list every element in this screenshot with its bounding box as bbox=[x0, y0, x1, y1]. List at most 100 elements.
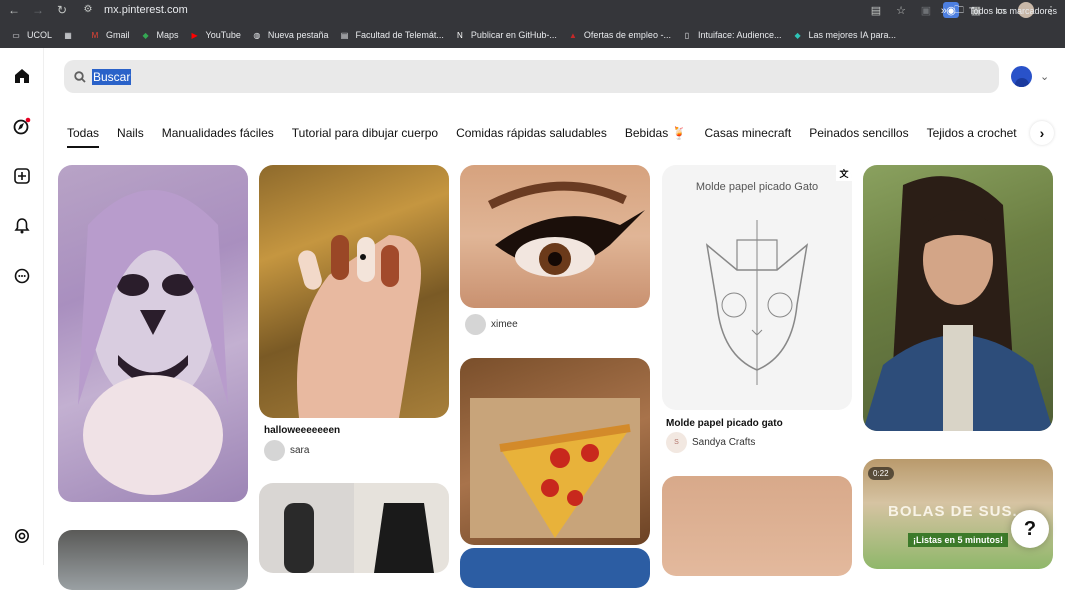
bookmark-label: Nueva pestaña bbox=[267, 30, 329, 40]
pin-crafts[interactable] bbox=[58, 530, 248, 590]
bookmark-label: UCOL bbox=[27, 30, 53, 40]
bookmark-icon: ▤ bbox=[340, 30, 349, 40]
bookmark-item[interactable]: N Publicar en GitHub-... bbox=[454, 30, 557, 41]
create-icon[interactable] bbox=[12, 166, 32, 186]
image-caption: Molde papel picado Gato bbox=[695, 181, 819, 193]
catrina-image bbox=[78, 190, 228, 495]
back-icon[interactable]: ← bbox=[4, 0, 24, 20]
bookmarks-bar: ▭ UCOL ▦ M Gmail ◆ Maps ▶ YouTube ◍ Nueva pestaña ▤… bbox=[0, 24, 1065, 46]
chevron-down-icon[interactable]: ⌄ bbox=[1040, 70, 1049, 83]
user-avatar-icon bbox=[264, 440, 285, 461]
pin-crochet-pizza[interactable] bbox=[460, 358, 650, 545]
video-overlay-subtitle: ¡Listas en 5 minutos! bbox=[908, 533, 1008, 547]
bookmark-label: Facultad de Telemát... bbox=[355, 30, 444, 40]
pin-title[interactable]: Molde papel picado gato bbox=[666, 418, 783, 429]
browser-chrome: ← → ↻ ⚙ mx.pinterest.com ▤ ☆ ▣ ◉ ▦ ▭ ⋮ ▭… bbox=[0, 0, 1065, 48]
search-text: Buscar bbox=[92, 68, 132, 85]
pin-user-name: ximee bbox=[491, 319, 518, 330]
outfit-image bbox=[284, 503, 434, 573]
all-bookmarks-button[interactable]: 🗀 Todos los marcadores bbox=[954, 0, 1057, 22]
tab-item[interactable]: Tejidos a crochet bbox=[918, 120, 1026, 148]
pin-user-name: Sandya Crafts bbox=[692, 437, 756, 448]
user-avatar-icon: S bbox=[666, 432, 687, 453]
tab-item[interactable]: Casas minecraft bbox=[695, 120, 800, 148]
bookmark-label: Intuiface: Audience... bbox=[697, 30, 782, 40]
tab-item[interactable]: Comidas rápidas saludables bbox=[447, 120, 616, 148]
url-text: mx.pinterest.com bbox=[104, 3, 188, 16]
pizza-image bbox=[470, 398, 640, 538]
pin-portrait[interactable] bbox=[863, 165, 1053, 431]
tab-item[interactable]: Bebidas 🍹 bbox=[616, 120, 696, 148]
bookmark-label: Publicar en GitHub-... bbox=[470, 30, 557, 40]
address-bar[interactable]: ⚙ mx.pinterest.com bbox=[80, 1, 850, 18]
tab-item[interactable]: Tutorial para dibujar cuerpo bbox=[283, 120, 447, 148]
job-icon: ▲ bbox=[568, 30, 577, 40]
forward-icon[interactable]: → bbox=[28, 0, 48, 20]
folder-icon: ▭ bbox=[12, 30, 20, 40]
bookmark-item[interactable]: ◆ Maps bbox=[140, 30, 179, 41]
explore-icon[interactable] bbox=[12, 116, 32, 136]
install-app-icon[interactable]: ▤ bbox=[868, 2, 884, 18]
extension-dim-icon[interactable]: ▣ bbox=[918, 2, 934, 18]
bookmark-item[interactable]: ▤ Facultad de Telemát... bbox=[338, 30, 444, 41]
pin-user[interactable]: sara bbox=[264, 440, 309, 461]
home-icon[interactable] bbox=[12, 66, 32, 86]
pin-catrina-makeup[interactable] bbox=[58, 165, 248, 502]
tab-item[interactable]: Todas bbox=[58, 120, 108, 148]
pin-halloween-nails[interactable] bbox=[259, 165, 449, 418]
youtube-icon: ▶ bbox=[191, 30, 198, 40]
bookmark-item[interactable]: ▭ UCOL bbox=[10, 30, 52, 41]
tab-item[interactable]: Manualidades fáciles bbox=[153, 120, 283, 148]
search-icon bbox=[74, 70, 86, 83]
reload-icon[interactable]: ↻ bbox=[52, 0, 72, 20]
tab-item[interactable]: Peinados sencillos bbox=[800, 120, 917, 148]
bookmark-label: Maps bbox=[156, 30, 179, 40]
n-icon: N bbox=[456, 30, 463, 40]
maps-icon: ◆ bbox=[142, 30, 149, 40]
folder-icon: 🗀 bbox=[953, 4, 964, 16]
pin-eyeliner[interactable] bbox=[460, 165, 650, 308]
portrait-image bbox=[863, 176, 1053, 431]
bookmark-label: Ofertas de empleo -... bbox=[583, 30, 671, 40]
messages-icon[interactable] bbox=[12, 266, 32, 286]
pinterest-sidebar bbox=[0, 48, 44, 565]
help-button[interactable]: ? bbox=[1011, 510, 1049, 548]
settings-icon[interactable] bbox=[12, 526, 32, 546]
browser-nav-row: ← → ↻ ⚙ mx.pinterest.com ▤ ☆ ▣ ◉ ▦ ▭ ⋮ bbox=[0, 0, 1065, 20]
bookmark-label: YouTube bbox=[205, 30, 241, 40]
bookmarks-overflow-button[interactable]: » bbox=[941, 0, 947, 22]
bookmark-item[interactable]: M Gmail bbox=[89, 30, 130, 41]
pin-user[interactable]: S Sandya Crafts bbox=[666, 432, 755, 453]
pin-outfit[interactable] bbox=[259, 483, 449, 573]
eyeliner-image bbox=[487, 181, 645, 277]
category-tabs: Todas Nails Manualidades fáciles Tutorial p… bbox=[58, 120, 1033, 150]
bookmark-item[interactable]: ▲ Ofertas de empleo -... bbox=[567, 30, 671, 41]
pin-cat-template[interactable]: Molde papel picado Gato 文 bbox=[662, 165, 852, 410]
bookmark-item[interactable]: ▯ Intuiface: Audience... bbox=[681, 30, 782, 41]
nails-image bbox=[297, 235, 421, 418]
user-avatar-icon bbox=[465, 314, 486, 335]
gmail-icon: M bbox=[91, 30, 99, 40]
page-icon: ▯ bbox=[684, 30, 690, 40]
bookmark-label: Gmail bbox=[106, 30, 130, 40]
site-info-icon[interactable]: ⚙ bbox=[80, 2, 96, 18]
chevron-right-icon[interactable]: › bbox=[1030, 121, 1054, 145]
bookmark-item[interactable]: ◍ Nueva pestaña bbox=[251, 30, 329, 41]
pin-title[interactable]: halloweeeeeeen bbox=[264, 425, 340, 436]
all-bookmarks-label: Todos los marcadores bbox=[968, 6, 1057, 16]
tab-item[interactable]: Nails bbox=[108, 120, 153, 148]
translate-icon[interactable]: 文 bbox=[836, 165, 852, 181]
ai-icon: ◆ bbox=[794, 30, 801, 40]
bookmark-item[interactable]: ◆ Las mejores IA para... bbox=[792, 30, 896, 41]
pin-tattoo[interactable] bbox=[662, 476, 852, 576]
star-icon[interactable]: ☆ bbox=[893, 2, 909, 18]
pin-user[interactable]: ximee bbox=[465, 314, 518, 335]
apps-grid-icon: ▦ bbox=[64, 30, 72, 40]
pin-user-name: sara bbox=[290, 445, 310, 456]
bookmark-item[interactable]: ▶ YouTube bbox=[189, 30, 241, 41]
notifications-icon[interactable] bbox=[12, 216, 32, 236]
bookmark-item[interactable]: ▦ bbox=[62, 30, 79, 41]
pin-blue[interactable] bbox=[460, 548, 650, 588]
user-avatar[interactable] bbox=[1011, 66, 1032, 87]
search-input[interactable]: Buscar bbox=[64, 60, 999, 93]
